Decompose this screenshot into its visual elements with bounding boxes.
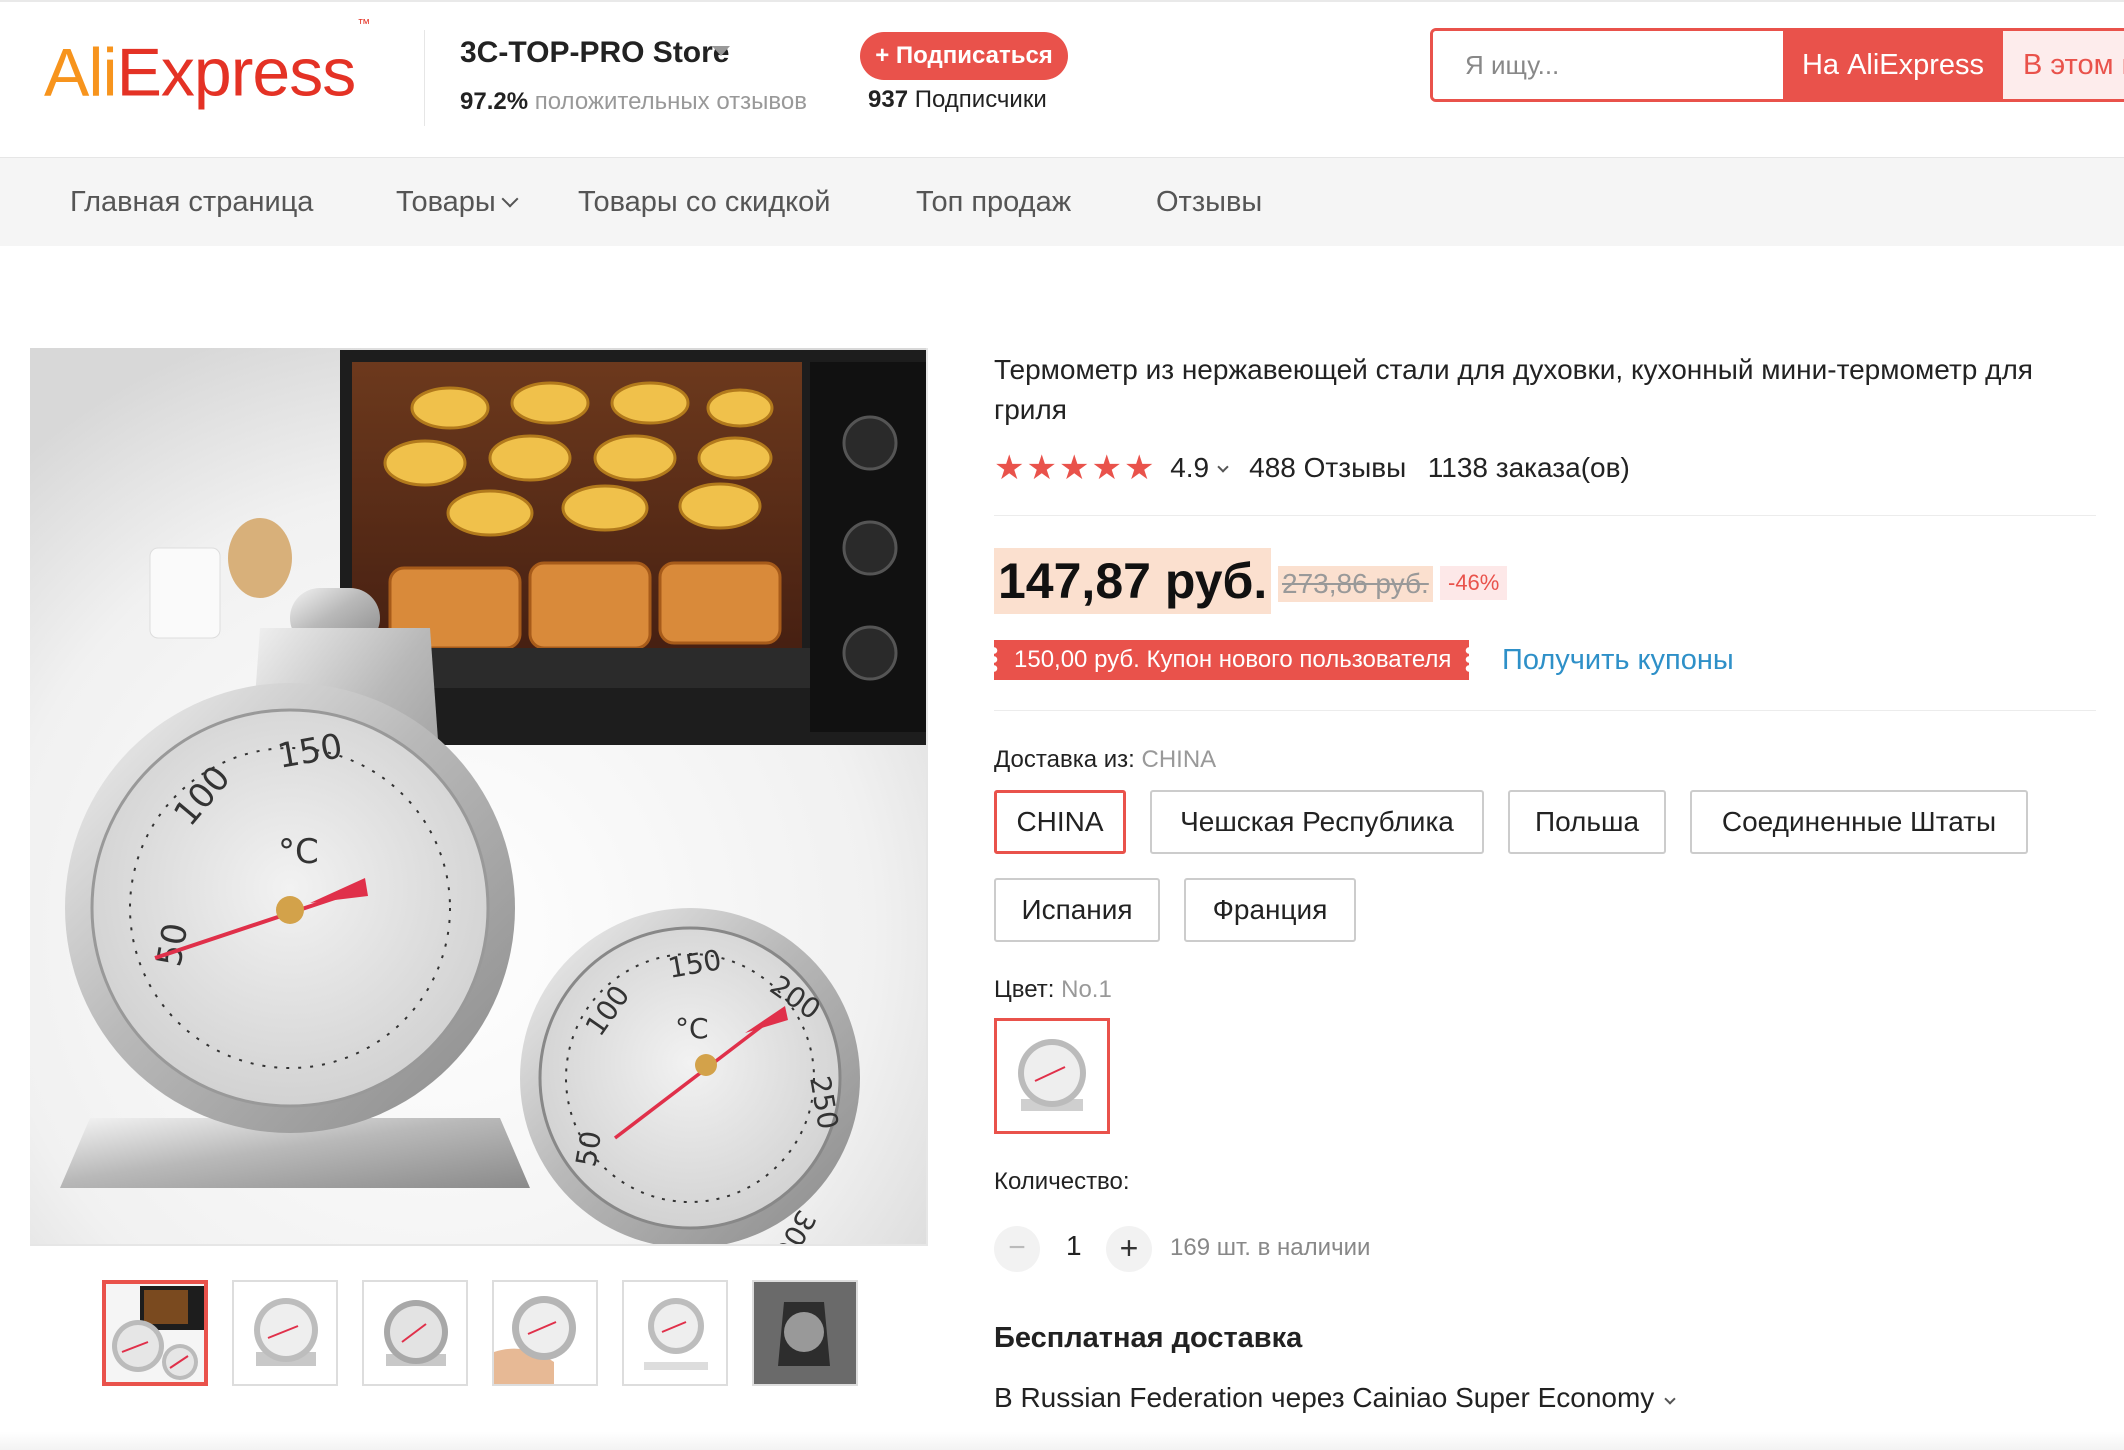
color-label: Цвет: No.1 [994, 976, 1112, 1003]
free-shipping-heading: Бесплатная доставка [994, 1322, 1303, 1354]
product-title: Термометр из нержавеющей стали для духов… [994, 354, 2033, 425]
thumb-dark-photo-icon [754, 1282, 856, 1384]
quantity-value[interactable]: 1 [1066, 1230, 1082, 1262]
search-input[interactable] [1433, 31, 1783, 99]
thumbnail-2[interactable] [232, 1280, 338, 1386]
page-bottom-edge [0, 1432, 2124, 1450]
quantity-label: Количество: [994, 1168, 1130, 1195]
store-dropdown-icon[interactable] [712, 46, 730, 56]
small-dial-label-50: 50 [569, 1128, 608, 1169]
product-photo-thermometer: 50 100 150 °C 50 100 150 200 250 300 °C [30, 348, 926, 1244]
ship-from-option-poland[interactable]: Польша [1508, 790, 1666, 854]
thumb-thermometer-ruler-icon [624, 1282, 726, 1384]
ship-from-option-france[interactable]: Франция [1184, 878, 1356, 942]
thumbnail-4[interactable] [492, 1280, 598, 1386]
ship-from-option-czech[interactable]: Чешская Республика [1150, 790, 1484, 854]
current-price: 147,87 руб. [994, 548, 1272, 614]
ship-from-option-usa[interactable]: Соединенные Штаты [1690, 790, 2028, 854]
reviews-count[interactable]: 488 Отзывы [1249, 452, 1406, 483]
header-divider [424, 30, 425, 126]
chevron-down-icon[interactable] [1217, 461, 1229, 474]
nav-products[interactable]: Товары [396, 158, 519, 246]
search-box: На AliExpress В этом м [1430, 28, 2124, 102]
search-store-button[interactable]: В этом м [2003, 31, 2124, 99]
header: AliExpress™ 3C-TOP-PRO Store 97.2% полож… [0, 0, 2124, 158]
subscribers-count: 937 Подписчики [868, 86, 1047, 113]
star-icon: ★ [1091, 449, 1122, 487]
chevron-down-icon [501, 190, 519, 208]
thumbnail-6[interactable] [752, 1280, 858, 1386]
old-price: 273,86 руб. [1278, 566, 1433, 602]
thumbnail-5[interactable] [622, 1280, 728, 1386]
thermometer-swatch-icon [997, 1021, 1107, 1131]
ship-from-option-china[interactable]: CHINA [994, 790, 1126, 854]
rating-row: ★★★★★ 4.9 488 Отзывы 1138 заказа(ов) [994, 448, 1630, 488]
nav-top-sales[interactable]: Топ продаж [916, 158, 1071, 246]
divider [994, 710, 2096, 711]
stock-available: 169 шт. в наличии [1170, 1234, 1371, 1261]
star-icon: ★ [1026, 449, 1057, 487]
star-icon: ★ [1058, 449, 1090, 487]
aliexpress-logo[interactable]: AliExpress™ [44, 16, 370, 113]
discount-badge: -46% [1440, 566, 1508, 600]
nav-reviews[interactable]: Отзывы [1156, 158, 1262, 246]
nav-discounted[interactable]: Товары со скидкой [578, 158, 830, 246]
search-aliexpress-button[interactable]: На AliExpress [1783, 31, 2003, 99]
thumbnail-1[interactable] [102, 1280, 208, 1386]
ship-from-option-spain[interactable]: Испания [994, 878, 1160, 942]
star-icon: ★ [994, 449, 1025, 487]
nav-home[interactable]: Главная страница [70, 158, 313, 246]
divider [994, 515, 2096, 516]
small-dial-unit-celsius: °C [675, 1012, 709, 1045]
quantity-decrease-button[interactable]: − [994, 1226, 1040, 1272]
thumb-thermometer-in-hand-icon [494, 1282, 596, 1384]
orders-count: 1138 заказа(ов) [1427, 452, 1630, 483]
dial-unit-celsius: °C [278, 832, 319, 872]
thumb-thermometer-icon [364, 1282, 466, 1384]
ship-from-label: Доставка из: CHINA [994, 746, 1217, 773]
subscribe-button[interactable]: + Подписаться [860, 32, 1068, 80]
thumb-oven-photo-icon [106, 1284, 204, 1382]
get-coupons-link[interactable]: Получить купоны [1502, 640, 1734, 680]
main-product-image[interactable]: 50 100 150 °C 50 100 150 200 250 300 °C [30, 348, 928, 1246]
shipping-method-selector[interactable]: В Russian Federation через Cainiao Super… [994, 1382, 1676, 1414]
quantity-increase-button[interactable]: + [1106, 1226, 1152, 1272]
thumb-thermometer-icon [234, 1282, 336, 1384]
rating-value[interactable]: 4.9 [1170, 452, 1209, 483]
store-name[interactable]: 3C-TOP-PRO Store [460, 36, 730, 70]
store-rating: 97.2% положительных отзывов [460, 88, 807, 115]
color-option-no1[interactable] [994, 1018, 1110, 1134]
chevron-down-icon [1664, 1393, 1676, 1405]
new-user-coupon: 150,00 руб. Купон нового пользователя [989, 640, 1474, 680]
star-icon: ★ [1123, 449, 1155, 487]
store-nav: Главная страница Товары Товары со скидко… [0, 158, 2124, 246]
thumbnail-3[interactable] [362, 1280, 468, 1386]
